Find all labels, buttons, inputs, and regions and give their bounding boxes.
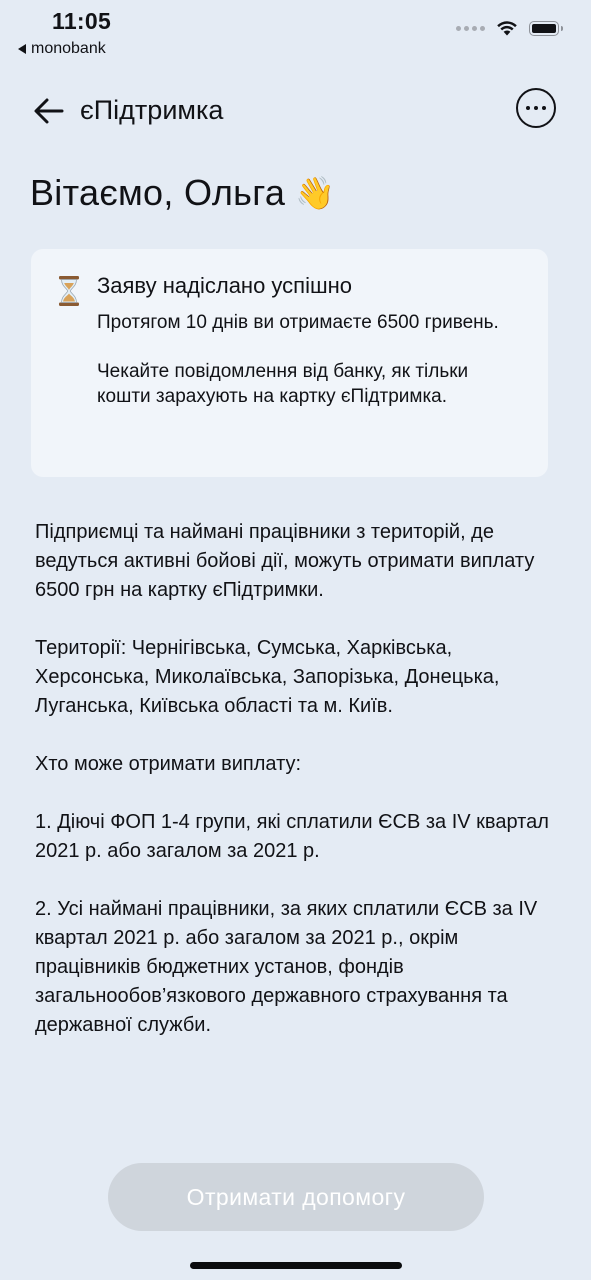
battery-icon xyxy=(529,20,563,36)
status-bar: 11:05 monobank xyxy=(0,0,591,70)
back-to-app-label: monobank xyxy=(31,40,106,57)
greeting-text: Вітаємо, Ольга xyxy=(30,172,286,213)
hourglass-icon xyxy=(59,276,79,306)
nav-bar: єПідтримка xyxy=(0,86,591,134)
card-body: Протягом 10 днів ви отримаєте 6500 гриве… xyxy=(97,310,517,433)
page-title: єПідтримка xyxy=(80,95,224,125)
card-paragraph: Протягом 10 днів ви отримаєте 6500 гриве… xyxy=(97,312,499,333)
application-status-card: Заяву надіслано успішно Протягом 10 днів… xyxy=(31,249,548,477)
info-paragraph: Хто може отримати виплату: xyxy=(35,753,302,775)
back-to-app-link[interactable]: monobank xyxy=(18,40,106,58)
arrow-left-icon[interactable] xyxy=(32,94,66,128)
info-paragraph: 1. Діючі ФОП 1-4 групи, які сплатили ЄСВ… xyxy=(35,811,549,862)
waving-hand-icon: 👋 xyxy=(295,175,336,211)
info-paragraph: 2. Усі наймані працівники, за яких сплат… xyxy=(35,898,538,1036)
more-options-button[interactable] xyxy=(516,88,556,128)
info-paragraph: Території: Чернігівська, Сумська, Харків… xyxy=(35,637,500,717)
status-icons xyxy=(456,20,563,36)
card-title: Заяву надіслано успішно xyxy=(97,273,353,298)
wifi-icon xyxy=(497,21,517,36)
get-help-button[interactable]: Отримати допомогу xyxy=(108,1163,484,1231)
more-dot xyxy=(526,106,530,110)
cellular-signal-icon xyxy=(456,25,485,31)
more-dot xyxy=(534,106,538,110)
greeting-heading: Вітаємо, Ольга 👋 xyxy=(30,172,335,214)
home-indicator[interactable] xyxy=(190,1262,402,1269)
status-time: 11:05 xyxy=(52,8,112,34)
more-dot xyxy=(542,106,546,110)
card-paragraph: Чекайте повідомлення від банку, як тільк… xyxy=(97,361,469,407)
back-triangle-icon xyxy=(18,44,26,54)
info-paragraph: Підприємці та наймані працівники з терит… xyxy=(35,521,535,601)
info-text: Підприємці та наймані працівники з терит… xyxy=(35,518,555,1069)
